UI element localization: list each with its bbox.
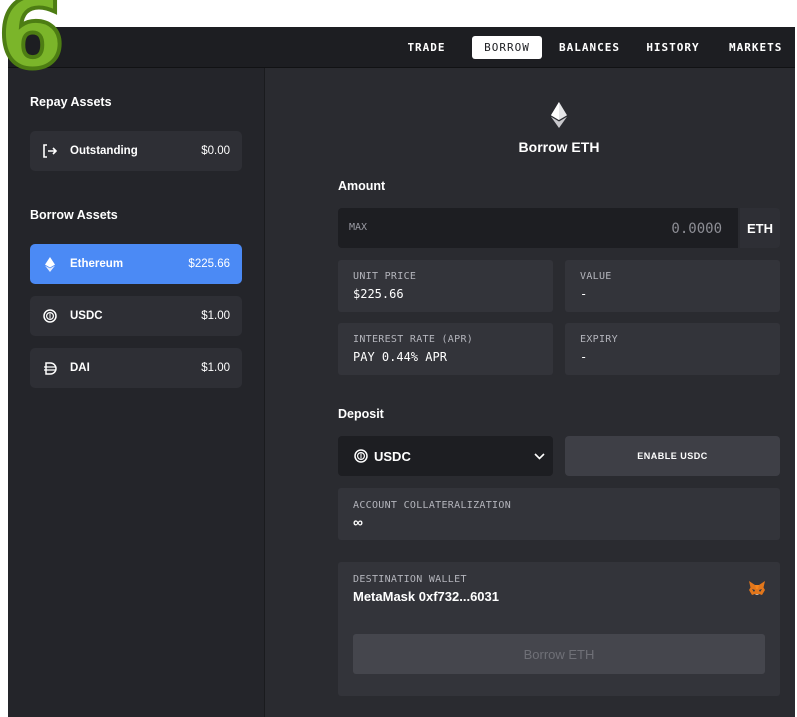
borrow-item-value: $1.00 — [201, 310, 230, 322]
borrow-item-dai[interactable]: DAI $1.00 — [30, 348, 242, 388]
collateralization-label: ACCOUNT COLLATERALIZATION — [353, 500, 512, 511]
outstanding-arrow-icon — [30, 144, 70, 158]
deposit-label: Deposit — [338, 407, 384, 421]
wallet-label: DESTINATION WALLET — [353, 574, 467, 585]
wallet-value: MetaMask 0xf732...6031 — [353, 589, 499, 604]
borrow-item-label: USDC — [70, 310, 103, 322]
step-number-badge: 6 — [0, 0, 67, 90]
main-nav: TRADE BORROW BALANCES HISTORY MARKETS — [389, 27, 795, 67]
borrow-panel: Borrow ETH Amount MAX ETH UNIT PRICE $22… — [265, 68, 795, 717]
collateralization-value: ∞ — [353, 514, 363, 530]
expiry-box: EXPIRY - — [565, 323, 780, 375]
nav-tab-balances[interactable]: BALANCES — [552, 36, 627, 59]
amount-unit: ETH — [740, 208, 780, 248]
nav-tab-history[interactable]: HISTORY — [627, 36, 719, 59]
max-button[interactable]: MAX — [349, 222, 367, 233]
amount-input[interactable] — [520, 218, 724, 240]
destination-wallet-panel: DESTINATION WALLET MetaMask 0xf732...603… — [338, 562, 780, 696]
interest-rate-label: INTEREST RATE (APR) — [353, 334, 474, 345]
repay-item-outstanding[interactable]: Outstanding $0.00 — [30, 131, 242, 171]
interest-rate-box: INTEREST RATE (APR) PAY 0.44% APR — [338, 323, 553, 375]
ethereum-icon — [30, 256, 70, 272]
nav-tab-trade[interactable]: TRADE — [389, 36, 464, 59]
expiry-label: EXPIRY — [580, 334, 618, 345]
unit-price-label: UNIT PRICE — [353, 271, 417, 282]
ethereum-icon — [551, 102, 567, 133]
borrow-item-label: Ethereum — [70, 258, 124, 270]
expiry-value: - — [580, 350, 588, 364]
value-box: VALUE - — [565, 260, 780, 312]
amount-label: Amount — [338, 179, 386, 193]
unit-price-value: $225.66 — [353, 287, 404, 301]
metamask-fox-icon — [748, 580, 766, 601]
enable-usdc-button[interactable]: ENABLE USDC — [565, 436, 780, 476]
top-nav-bar: TRADE BORROW BALANCES HISTORY MARKETS — [8, 27, 795, 68]
borrow-item-value: $1.00 — [201, 362, 230, 374]
usdc-icon — [338, 449, 374, 463]
borrow-item-value: $225.66 — [188, 258, 230, 270]
borrow-assets-heading: Borrow Assets — [30, 208, 118, 222]
value-value: - — [580, 287, 588, 301]
chevron-down-icon — [525, 452, 553, 460]
unit-price-box: UNIT PRICE $225.66 — [338, 260, 553, 312]
borrow-item-usdc[interactable]: USDC $1.00 — [30, 296, 242, 336]
interest-rate-value: PAY 0.44% APR — [353, 350, 447, 364]
nav-tab-borrow[interactable]: BORROW — [472, 35, 542, 59]
borrow-item-label: DAI — [70, 362, 90, 374]
deposit-selected-value: USDC — [374, 448, 411, 464]
collateralization-box: ACCOUNT COLLATERALIZATION ∞ — [338, 488, 780, 540]
repay-assets-heading: Repay Assets — [30, 95, 112, 109]
borrow-eth-button[interactable]: Borrow ETH — [353, 634, 765, 674]
usdc-icon — [30, 309, 70, 323]
value-label: VALUE — [580, 271, 612, 282]
amount-field: MAX — [338, 208, 738, 248]
dai-icon — [30, 361, 70, 375]
repay-item-label: Outstanding — [70, 145, 138, 157]
deposit-asset-select[interactable]: USDC — [338, 436, 553, 476]
repay-item-value: $0.00 — [201, 145, 230, 157]
asset-sidebar: Repay Assets Outstanding $0.00 Borrow As… — [8, 68, 265, 717]
app-window: TRADE BORROW BALANCES HISTORY MARKETS Re… — [8, 27, 795, 717]
nav-tab-markets[interactable]: MARKETS — [719, 36, 795, 59]
page-title: Borrow ETH — [518, 139, 600, 155]
borrow-item-ethereum[interactable]: Ethereum $225.66 — [30, 244, 242, 284]
